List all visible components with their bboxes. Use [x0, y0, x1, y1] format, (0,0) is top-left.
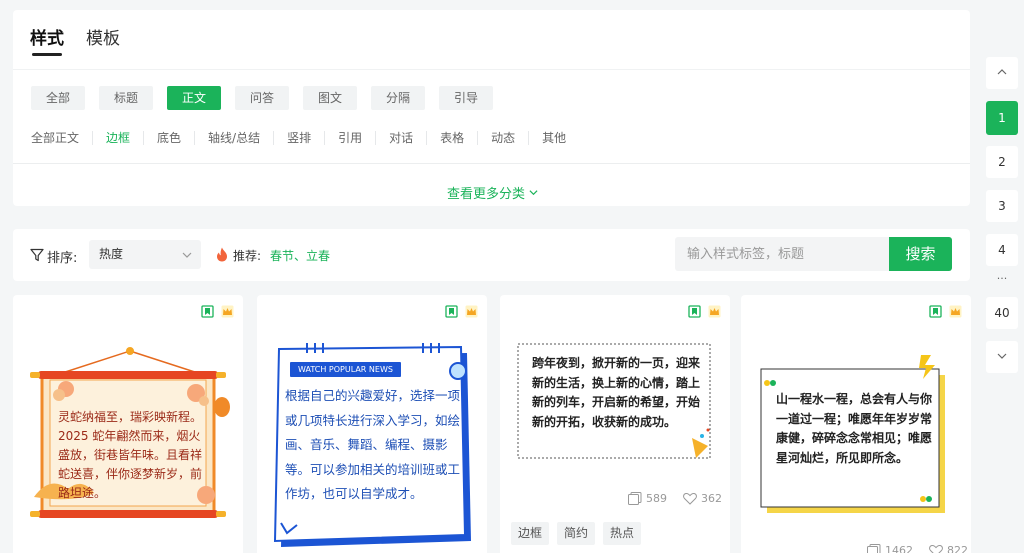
- style-card[interactable]: 山一程水一程，总会有人与你一道过一程；唯愿年年岁岁常康健，碎碎念念常相见；唯愿星…: [741, 295, 971, 553]
- card-text: 根据自己的兴趣爱好，选择一项或几项特长进行深入学习，如绘画、音乐、舞蹈、编程、摄…: [285, 388, 461, 501]
- card-actions: [688, 305, 721, 318]
- category-body[interactable]: 正文: [167, 86, 221, 110]
- bookmark-icon[interactable]: [445, 305, 458, 318]
- crown-icon: [708, 305, 721, 318]
- copy-icon: [628, 492, 642, 505]
- bookmark-icon[interactable]: [929, 305, 942, 318]
- copy-count: 1462: [867, 544, 913, 553]
- tab-template[interactable]: 模板: [86, 24, 120, 49]
- card-text: 跨年夜到，掀开新的一页，迎来新的生活，换上新的心情，踏上新的列车，开启新的希望，…: [532, 356, 701, 429]
- card-text: 山一程水一程，总会有人与你一道过一程；唯愿年年岁岁常康健，碎碎念念常相见；唯愿星…: [776, 392, 933, 465]
- card-badge: WATCH POPULAR NEWS: [290, 362, 401, 377]
- like-count: 822: [929, 544, 968, 553]
- main-tabs: 样式 模板: [30, 24, 120, 56]
- category-qa[interactable]: 问答: [235, 86, 289, 110]
- subcategory-axis[interactable]: 轴线/总结: [195, 131, 275, 145]
- tab-style[interactable]: 样式: [30, 24, 64, 56]
- recommend-link-spring-festival[interactable]: 春节: [270, 247, 294, 264]
- sort-select[interactable]: 热度: [89, 240, 201, 269]
- card-actions: [201, 305, 234, 318]
- category-separator[interactable]: 分隔: [371, 86, 425, 110]
- subcategory-table[interactable]: 表格: [427, 131, 479, 145]
- crown-icon: [465, 305, 478, 318]
- subcategory-dynamic[interactable]: 动态: [478, 131, 530, 145]
- subcategory-other[interactable]: 其他: [529, 131, 579, 145]
- category-row: 全部 标题 正文 问答 图文 分隔 引导: [31, 86, 493, 110]
- style-category-panel: 样式 模板 全部 标题 正文 问答 图文 分隔 引导 全部正文 边框 底色 轴线…: [13, 10, 970, 206]
- like-count: 362: [683, 492, 722, 505]
- tag-simple[interactable]: 简约: [557, 522, 596, 545]
- card-tags: 边框 简约 热点: [511, 522, 642, 545]
- card-stats: 1462 822: [867, 544, 968, 553]
- card-actions: [929, 305, 962, 318]
- subcategory-vertical[interactable]: 竖排: [274, 131, 326, 145]
- fire-icon: [217, 247, 227, 262]
- heart-icon: [683, 492, 697, 505]
- style-card[interactable]: 跨年夜到，掀开新的一页，迎来新的生活，换上新的心情，踏上新的列车，开启新的希望，…: [500, 295, 730, 553]
- page-4-button[interactable]: 4: [986, 234, 1018, 266]
- page-3-button[interactable]: 3: [986, 190, 1018, 222]
- bookmark-icon[interactable]: [688, 305, 701, 318]
- style-card[interactable]: WATCH POPULAR NEWS 根据自己的兴趣爱好，选择一项或几项特长进行…: [257, 295, 487, 553]
- pagination-ellipsis: ...: [996, 269, 1008, 282]
- copy-icon: [867, 544, 881, 553]
- crown-icon: [949, 305, 962, 318]
- chevron-down-icon: [529, 190, 538, 196]
- filter-bar: 排序: 热度 推荐: 春节 、 立春 搜索: [13, 229, 970, 281]
- page-up-button[interactable]: [986, 57, 1018, 89]
- subcategory-all-body[interactable]: 全部正文: [31, 131, 94, 145]
- search-button[interactable]: 搜索: [889, 237, 952, 271]
- filter-icon: [30, 248, 44, 262]
- sort-label: 排序:: [47, 251, 78, 266]
- subcategory-border[interactable]: 边框: [93, 131, 145, 145]
- recommend-label: 推荐:: [233, 249, 262, 263]
- category-guide[interactable]: 引导: [439, 86, 493, 110]
- category-all[interactable]: 全部: [31, 86, 85, 110]
- category-title[interactable]: 标题: [99, 86, 153, 110]
- like-count-value: 822: [947, 544, 968, 553]
- style-card[interactable]: 灵蛇纳福至，瑞彩映新程。2025 蛇年翩然而来，烟火盛放，街巷皆年味。且看祥蛇送…: [13, 295, 243, 553]
- more-categories-link[interactable]: 查看更多分类: [447, 183, 538, 202]
- chevron-up-icon: [997, 69, 1007, 75]
- bookmark-icon[interactable]: [201, 305, 214, 318]
- sort-select-value: 热度: [99, 247, 124, 261]
- page-last-button[interactable]: 40: [986, 297, 1018, 329]
- chevron-down-icon: [182, 252, 192, 258]
- divider: [13, 163, 970, 164]
- card-stats: 589 362: [628, 492, 722, 505]
- search-input[interactable]: [675, 237, 889, 271]
- more-categories-label: 查看更多分类: [447, 187, 526, 202]
- subcategory-background[interactable]: 底色: [144, 131, 196, 145]
- subcategory-row: 全部正文 边框 底色 轴线/总结 竖排 引用 对话 表格 动态 其他: [31, 131, 579, 145]
- heart-icon: [929, 544, 943, 553]
- chevron-down-icon: [997, 353, 1007, 359]
- page-2-button[interactable]: 2: [986, 146, 1018, 178]
- tag-border[interactable]: 边框: [511, 522, 550, 545]
- card-actions: [445, 305, 478, 318]
- recommend-separator: 、: [294, 249, 307, 263]
- recommend-link-start-of-spring[interactable]: 立春: [306, 247, 330, 264]
- like-count-value: 362: [701, 492, 722, 505]
- subcategory-quote[interactable]: 引用: [325, 131, 377, 145]
- copy-count-value: 1462: [885, 544, 913, 553]
- category-image-text[interactable]: 图文: [303, 86, 357, 110]
- crown-icon: [221, 305, 234, 318]
- page-1-button[interactable]: 1: [986, 101, 1018, 135]
- copy-count-value: 589: [646, 492, 667, 505]
- page-down-button[interactable]: [986, 341, 1018, 373]
- card-text: 灵蛇纳福至，瑞彩映新程。2025 蛇年翩然而来，烟火盛放，街巷皆年味。且看祥蛇送…: [58, 410, 203, 500]
- tag-hot[interactable]: 热点: [603, 522, 642, 545]
- copy-count: 589: [628, 492, 667, 505]
- divider: [13, 69, 970, 70]
- subcategory-dialog[interactable]: 对话: [376, 131, 428, 145]
